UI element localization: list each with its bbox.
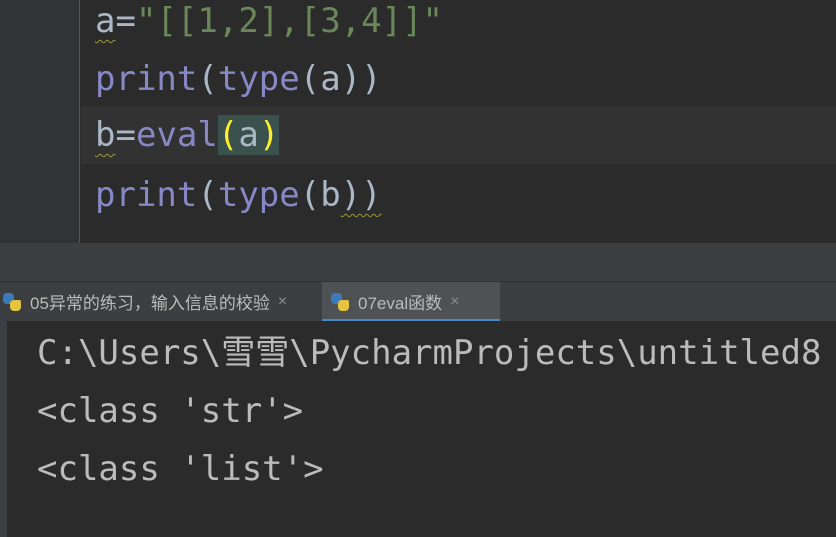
console-line-output: <class 'list'> (37, 449, 324, 489)
assign-op: = (115, 115, 136, 155)
print-fn: print (95, 175, 198, 215)
var-b: b (95, 115, 116, 155)
paren-open: ( (197, 175, 218, 215)
tab-label: 07eval函数 (358, 294, 443, 313)
editor-gutter (0, 0, 80, 243)
arg: a (238, 115, 259, 155)
paren-open: ( (299, 59, 321, 99)
code-line-2[interactable]: print(type(a)) (95, 50, 382, 108)
assign-op: = (115, 1, 136, 41)
console-line-path: C:\Users\雪雪\PycharmProjects\untitled8 (37, 333, 822, 373)
console-line-output: <class 'str'> (37, 391, 304, 431)
close-icon[interactable]: × (278, 293, 287, 311)
run-tab-05[interactable]: 05异常的练习，输入信息的校验 × (0, 282, 316, 321)
tab-label: 05异常的练习，输入信息的校验 (30, 294, 270, 313)
code-line-3[interactable]: b=eval(a) (95, 106, 280, 164)
arg: b (320, 175, 341, 215)
python-icon (2, 292, 22, 312)
code-editor[interactable]: a="[[1,2],[3,4]]" print(type(a)) b=eval(… (0, 0, 836, 243)
console-gutter (0, 321, 7, 537)
var-a: a (95, 1, 116, 41)
paren-open: ( (197, 59, 218, 99)
code-line-4[interactable]: print(type(b)) (95, 166, 382, 224)
string-literal: "[[1,2],[3,4]]" (135, 1, 444, 41)
code-line-1[interactable]: a="[[1,2],[3,4]]" (95, 0, 443, 50)
eval-fn: eval (135, 115, 218, 155)
paren-close: )) (340, 175, 382, 215)
paren-open: ( (299, 175, 321, 215)
paren-close: )) (340, 59, 382, 99)
run-tab-07eval[interactable]: 07eval函数 × (322, 282, 500, 322)
paren-open-matched: ( (217, 115, 239, 155)
close-icon[interactable]: × (450, 293, 459, 311)
gutter-divider (79, 0, 80, 243)
paren-close-matched: ) (258, 115, 280, 155)
python-icon (330, 292, 350, 312)
type-fn: type (217, 175, 300, 215)
arg: a (320, 59, 341, 99)
panel-separator[interactable] (0, 243, 836, 281)
run-console[interactable]: C:\Users\雪雪\PycharmProjects\untitled8 <c… (0, 321, 836, 537)
run-tab-bar: 05异常的练习，输入信息的校验 × 07eval函数 × (0, 281, 836, 322)
type-fn: type (217, 59, 300, 99)
print-fn: print (95, 59, 198, 99)
